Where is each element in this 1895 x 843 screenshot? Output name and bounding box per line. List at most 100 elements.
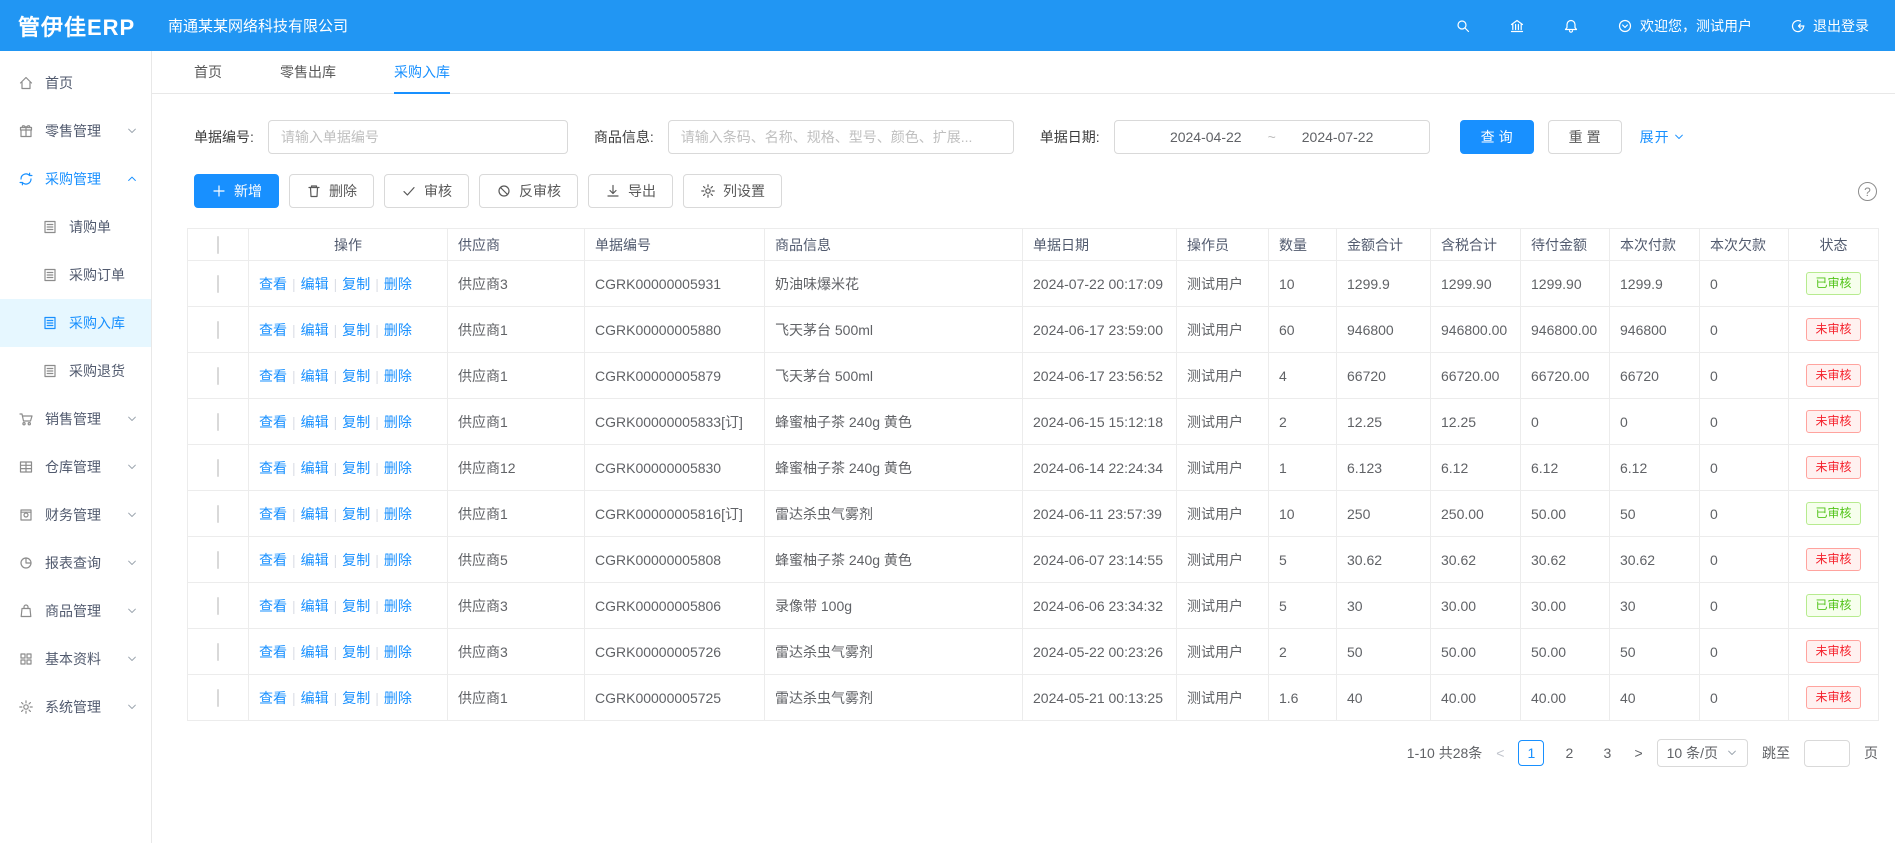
row-action-copy[interactable]: 复制 — [342, 276, 370, 292]
page-number-3[interactable]: 3 — [1594, 740, 1620, 766]
row-action-delete[interactable]: 删除 — [384, 552, 412, 568]
row-action-edit[interactable]: 编辑 — [301, 506, 329, 522]
row-action-copy[interactable]: 复制 — [342, 414, 370, 430]
search-button[interactable]: 查询 — [1460, 120, 1534, 154]
audit-button[interactable]: 审核 — [384, 174, 469, 208]
row-action-edit[interactable]: 编辑 — [301, 644, 329, 660]
date-range-picker[interactable]: 2024-04-22 ~ 2024-07-22 — [1114, 120, 1430, 154]
expand-link[interactable]: 展开 — [1640, 127, 1685, 147]
row-action-edit[interactable]: 编辑 — [301, 414, 329, 430]
tab-home[interactable]: 首页 — [194, 51, 222, 93]
page-size-select[interactable]: 10 条/页 — [1657, 739, 1748, 767]
export-button[interactable]: 导出 — [588, 174, 673, 208]
row-checkbox[interactable] — [217, 689, 219, 707]
date-from[interactable]: 2024-04-22 — [1170, 129, 1242, 145]
row-action-edit[interactable]: 编辑 — [301, 598, 329, 614]
row-action-delete[interactable]: 删除 — [384, 276, 412, 292]
sidebar-item-basic-data[interactable]: 基本资料 — [0, 635, 151, 683]
row-action-copy[interactable]: 复制 — [342, 552, 370, 568]
row-checkbox[interactable] — [217, 367, 219, 385]
doc-no-input[interactable] — [268, 120, 568, 154]
user-menu[interactable]: 欢迎您，测试用户 — [1617, 16, 1752, 36]
sidebar-item-home[interactable]: 首页 — [0, 59, 151, 107]
column-settings-button[interactable]: 列设置 — [683, 174, 782, 208]
row-action-delete[interactable]: 删除 — [384, 368, 412, 384]
row-action-delete[interactable]: 删除 — [384, 322, 412, 338]
sidebar-item-purchase-inbound[interactable]: 采购入库 — [0, 299, 151, 347]
row-action-view[interactable]: 查看 — [259, 506, 287, 522]
gift-icon — [18, 123, 34, 139]
row-action-view[interactable]: 查看 — [259, 276, 287, 292]
row-checkbox[interactable] — [217, 321, 219, 339]
help-icon[interactable]: ? — [1858, 182, 1877, 201]
select-all-checkbox[interactable] — [217, 236, 219, 254]
sidebar-item-warehouse-mgmt[interactable]: 仓库管理 — [0, 443, 151, 491]
row-action-delete[interactable]: 删除 — [384, 598, 412, 614]
row-checkbox[interactable] — [217, 275, 219, 293]
product-info-input[interactable] — [668, 120, 1014, 154]
row-action-view[interactable]: 查看 — [259, 322, 287, 338]
sidebar-item-purchase-mgmt[interactable]: 采购管理 — [0, 155, 151, 203]
next-page-button[interactable]: > — [1634, 745, 1642, 761]
row-action-edit[interactable]: 编辑 — [301, 690, 329, 706]
row-action-view[interactable]: 查看 — [259, 644, 287, 660]
sidebar-item-product-mgmt[interactable]: 商品管理 — [0, 587, 151, 635]
row-checkbox[interactable] — [217, 551, 219, 569]
row-action-edit[interactable]: 编辑 — [301, 552, 329, 568]
sidebar-item-sales-mgmt[interactable]: 销售管理 — [0, 395, 151, 443]
prev-page-button[interactable]: < — [1496, 745, 1504, 761]
sidebar-item-finance-mgmt[interactable]: 财务管理 — [0, 491, 151, 539]
row-action-edit[interactable]: 编辑 — [301, 368, 329, 384]
date-to[interactable]: 2024-07-22 — [1302, 129, 1374, 145]
row-action-copy[interactable]: 复制 — [342, 368, 370, 384]
row-action-view[interactable]: 查看 — [259, 690, 287, 706]
search-icon[interactable] — [1455, 18, 1471, 34]
row-action-view[interactable]: 查看 — [259, 552, 287, 568]
row-action-copy[interactable]: 复制 — [342, 598, 370, 614]
row-checkbox[interactable] — [217, 597, 219, 615]
tab-retail-outbound[interactable]: 零售出库 — [280, 51, 336, 93]
page-number-1[interactable]: 1 — [1518, 740, 1544, 766]
purchase-inbound-table: 操作供应商单据编号商品信息单据日期操作员数量金额合计含税合计待付金额本次付款本次… — [187, 228, 1879, 721]
row-checkbox[interactable] — [217, 505, 219, 523]
jump-page-input[interactable] — [1804, 740, 1850, 767]
status-badge: 未审核 — [1806, 548, 1860, 571]
row-action-view[interactable]: 查看 — [259, 460, 287, 476]
row-action-view[interactable]: 查看 — [259, 598, 287, 614]
row-action-delete[interactable]: 删除 — [384, 644, 412, 660]
row-action-view[interactable]: 查看 — [259, 414, 287, 430]
notification-bell-icon[interactable] — [1563, 18, 1579, 34]
row-action-copy[interactable]: 复制 — [342, 690, 370, 706]
row-action-edit[interactable]: 编辑 — [301, 322, 329, 338]
row-action-copy[interactable]: 复制 — [342, 322, 370, 338]
row-action-delete[interactable]: 删除 — [384, 460, 412, 476]
row-action-delete[interactable]: 删除 — [384, 690, 412, 706]
row-action-edit[interactable]: 编辑 — [301, 276, 329, 292]
bank-icon[interactable] — [1509, 18, 1525, 34]
row-action-delete[interactable]: 删除 — [384, 506, 412, 522]
unaudit-button[interactable]: 反审核 — [479, 174, 578, 208]
delete-button[interactable]: 删除 — [289, 174, 374, 208]
row-checkbox[interactable] — [217, 413, 219, 431]
row-checkbox[interactable] — [217, 459, 219, 477]
sidebar-item-retail-mgmt[interactable]: 零售管理 — [0, 107, 151, 155]
reset-button[interactable]: 重置 — [1548, 120, 1622, 154]
page-number-2[interactable]: 2 — [1556, 740, 1582, 766]
row-action-delete[interactable]: 删除 — [384, 414, 412, 430]
sidebar-item-report-query[interactable]: 报表查询 — [0, 539, 151, 587]
tab-purchase-inbound[interactable]: 采购入库 — [394, 51, 450, 93]
sidebar-item-system-mgmt[interactable]: 系统管理 — [0, 683, 151, 731]
add-button[interactable]: 新增 — [194, 174, 279, 208]
sidebar-item-purchase-request[interactable]: 请购单 — [0, 203, 151, 251]
sidebar-item-purchase-return[interactable]: 采购退货 — [0, 347, 151, 395]
cell-status: 未审核 — [1789, 445, 1879, 491]
row-select-cell — [188, 307, 249, 353]
row-checkbox[interactable] — [217, 643, 219, 661]
row-action-copy[interactable]: 复制 — [342, 506, 370, 522]
row-action-edit[interactable]: 编辑 — [301, 460, 329, 476]
logout-button[interactable]: 退出登录 — [1790, 16, 1869, 36]
row-action-copy[interactable]: 复制 — [342, 460, 370, 476]
sidebar-item-purchase-order[interactable]: 采购订单 — [0, 251, 151, 299]
row-action-view[interactable]: 查看 — [259, 368, 287, 384]
row-action-copy[interactable]: 复制 — [342, 644, 370, 660]
